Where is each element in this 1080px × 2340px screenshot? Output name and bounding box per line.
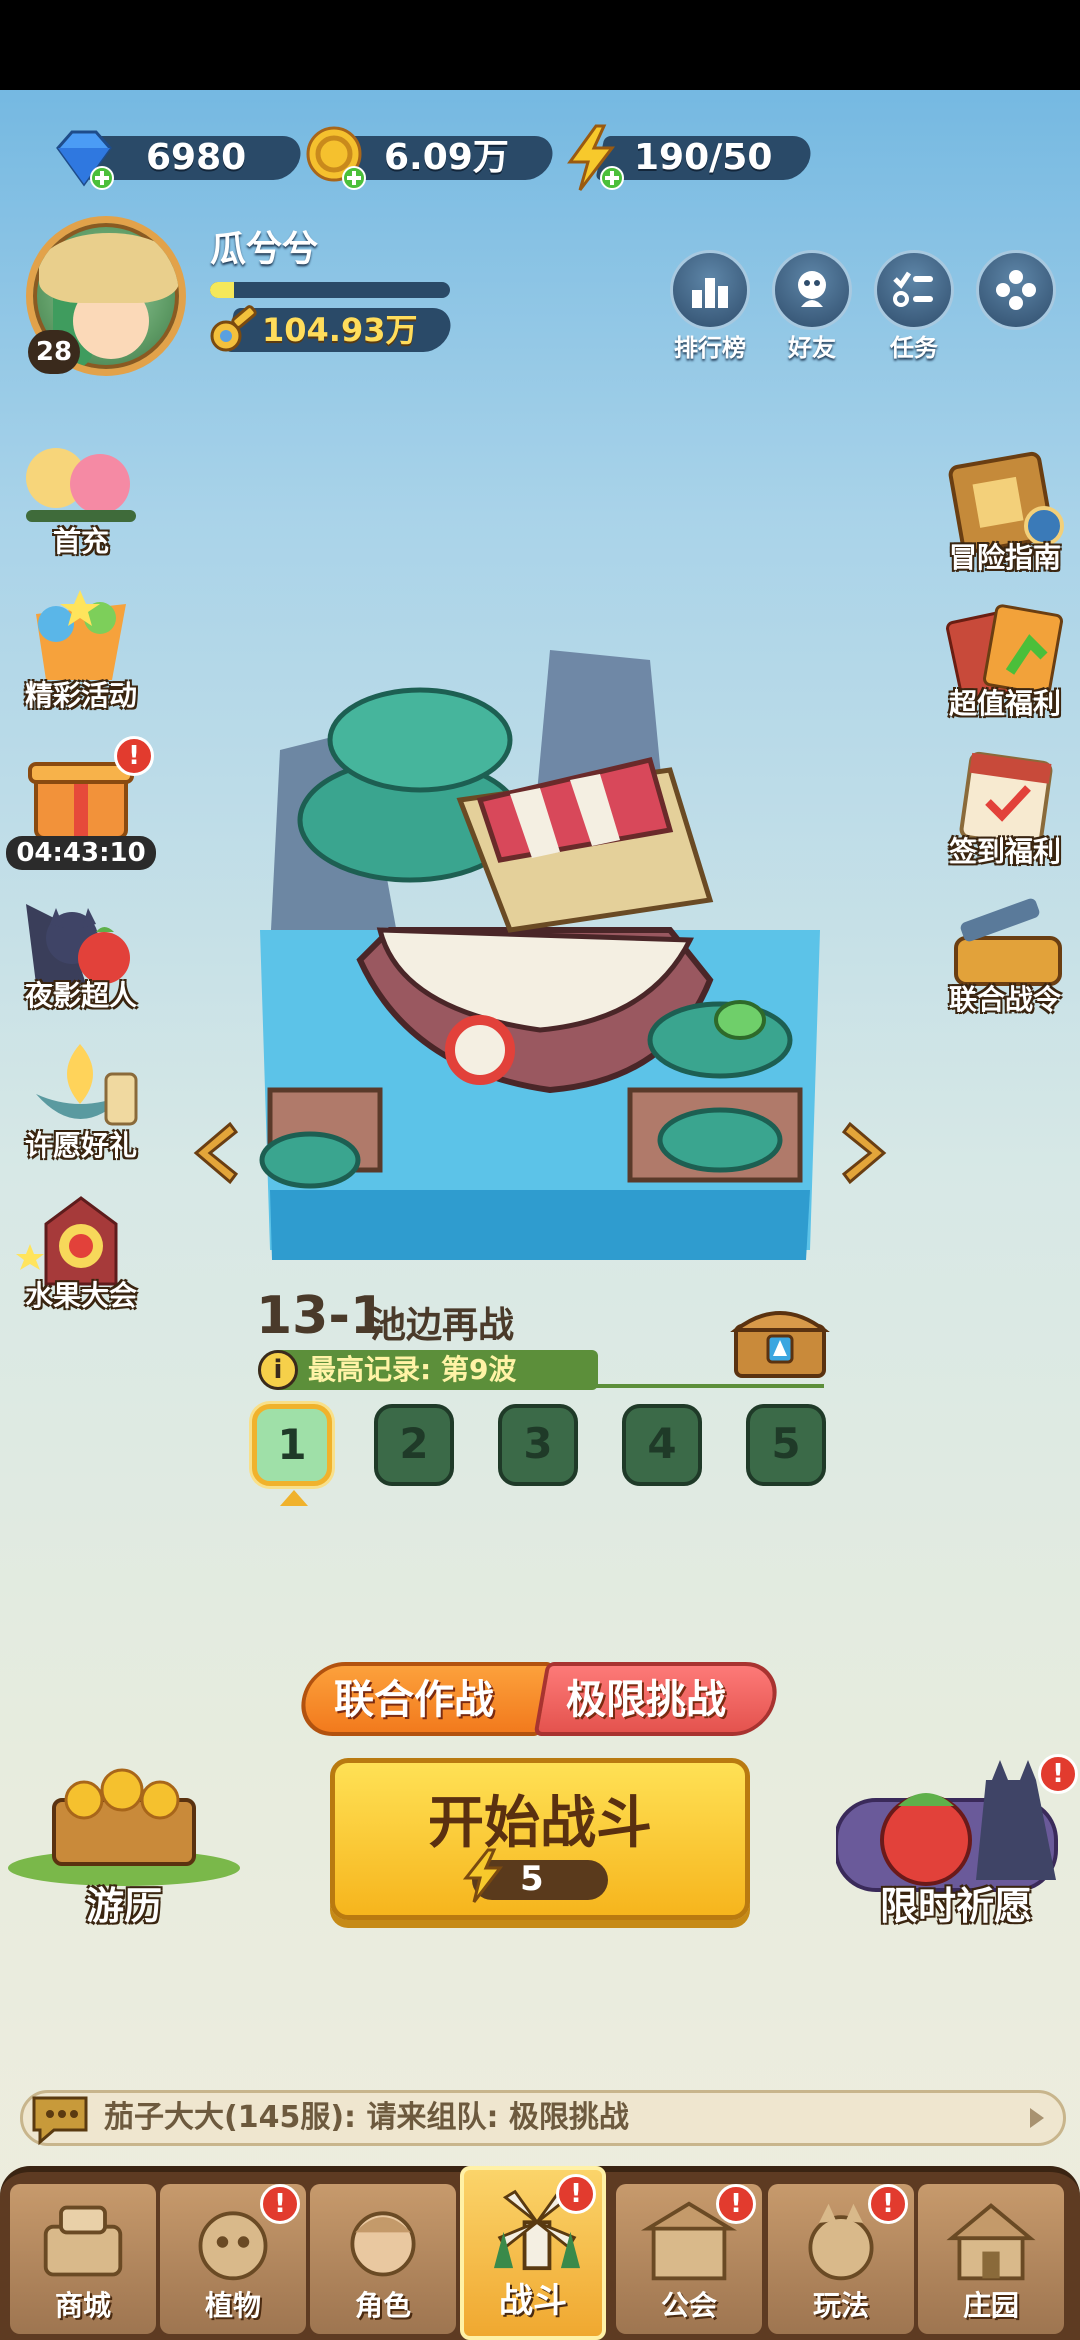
adventure-guide-label: 冒险指南: [948, 541, 1061, 574]
wave-button-1[interactable]: 1: [252, 1404, 332, 1486]
nav-label: 庄园: [962, 2289, 1019, 2322]
nav-label: 植物: [204, 2289, 261, 2322]
xp-bar: [210, 282, 450, 298]
player-name: 瓜兮兮: [210, 229, 319, 270]
power-value: 104.93万: [262, 311, 418, 349]
wish-gift-button[interactable]: 许愿好礼: [6, 1034, 156, 1164]
gold-coin-plus-icon: [306, 126, 366, 190]
wave-button-5[interactable]: 5: [746, 1404, 826, 1486]
limited-wish-alert-badge: !: [1038, 1754, 1078, 1794]
energy-cost-icon: [462, 1848, 504, 1903]
night-shadow-hero-button[interactable]: 夜影超人: [6, 884, 156, 1014]
tasks-label: 任务: [890, 334, 938, 362]
nav-alert-badge: !: [716, 2184, 756, 2224]
first-recharge-button[interactable]: 首充: [6, 430, 156, 560]
check-in-button[interactable]: 签到福利: [930, 740, 1080, 870]
gold-value: 6.09万: [384, 137, 509, 178]
limited-wish-label: 限时祈愿: [879, 1884, 1032, 1928]
wave-selected-pointer: [280, 1490, 308, 1506]
record-line: [588, 1384, 824, 1388]
more-menu-icon: [976, 250, 1056, 330]
friends-button[interactable]: 好友: [770, 250, 854, 363]
value-benefits-label: 超值福利: [948, 687, 1061, 720]
limited-wish-button[interactable]: ! 限时祈愿: [834, 1754, 1078, 1930]
travel-label: 游历: [85, 1884, 162, 1928]
diamond-value: 6980: [146, 137, 247, 178]
ranking-label: 排行榜: [674, 334, 746, 362]
stage-name: 池边再战: [370, 1305, 515, 1346]
character-icon: [350, 2211, 416, 2277]
energy-counter[interactable]: 190/50: [560, 124, 815, 191]
nav-label: 角色: [354, 2289, 411, 2322]
adventure-guide-button[interactable]: 冒险指南: [930, 446, 1080, 576]
ranking-icon: [670, 250, 750, 330]
lightning-plus-icon: [567, 124, 624, 191]
travel-button[interactable]: 游历: [4, 1760, 244, 1930]
gift-alert-badge: !: [114, 736, 154, 776]
nav-item-battle-windmill[interactable]: 战斗!: [460, 2166, 606, 2340]
ranking-button[interactable]: 排行榜: [668, 250, 752, 363]
wave-button-2[interactable]: 2: [374, 1404, 454, 1486]
nav-label: 商城: [54, 2289, 111, 2322]
tasks-button[interactable]: 任务: [872, 250, 956, 363]
check-in-label: 签到福利: [948, 835, 1061, 868]
fruit-festival-button[interactable]: 水果大会: [6, 1184, 156, 1314]
status-bar: [0, 0, 1080, 90]
manor-icon: [946, 2203, 1036, 2281]
battle-pass-label: 联合战令: [948, 983, 1061, 1016]
first-recharge-label: 首充: [52, 525, 109, 558]
more-menu-button[interactable]: [974, 250, 1058, 330]
wave-button-3[interactable]: 3: [498, 1404, 578, 1486]
chat-bubble-icon: [32, 2096, 88, 2146]
stage-island-illustration: [259, 650, 820, 1260]
treasure-pile-icon: [8, 1768, 240, 1886]
value-benefits-button[interactable]: 超值福利: [930, 592, 1080, 722]
gold-counter[interactable]: 6.09万: [302, 126, 557, 190]
nav-label: 公会: [660, 2289, 717, 2322]
energy-value: 190/50: [634, 137, 773, 178]
diamond-plus-icon: [56, 130, 114, 190]
events-button[interactable]: 精彩活动: [6, 584, 156, 714]
night-shadow-hero-label: 夜影超人: [24, 979, 137, 1012]
energy-cost-value: 5: [520, 1859, 544, 1899]
xp-fill: [210, 282, 234, 298]
gift-timer: 04:43:10: [6, 836, 156, 870]
best-record-text: 最高记录: 第9波: [308, 1353, 517, 1386]
nav-alert-badge: !: [868, 2184, 908, 2224]
nav-label: 战斗: [499, 2281, 567, 2321]
nav-label: 玩法: [812, 2289, 869, 2322]
nav-item-character[interactable]: 角色: [310, 2184, 456, 2334]
nav-alert-badge: !: [556, 2174, 596, 2214]
nav-item-gameplay[interactable]: 玩法!: [768, 2184, 914, 2334]
nav-alert-badge: !: [260, 2184, 300, 2224]
nav-item-guild[interactable]: 公会!: [616, 2184, 762, 2334]
power-key-icon: [210, 305, 257, 352]
stage-code: 13-1: [256, 1286, 387, 1346]
tasks-icon: [874, 250, 954, 330]
chat-message: 茄子大大(145服): 请来组队: 极限挑战: [104, 2100, 629, 2135]
nav-item-plants[interactable]: 植物!: [160, 2184, 306, 2334]
nav-item-shop[interactable]: 商城: [10, 2184, 156, 2334]
level-badge: 28: [28, 330, 80, 374]
wave-button-4[interactable]: 4: [622, 1404, 702, 1486]
diamond-counter[interactable]: 6980: [50, 130, 305, 190]
timed-gift-button[interactable]: ! 04:43:10: [6, 736, 156, 870]
fruit-festival-label: 水果大会: [24, 1279, 137, 1312]
wish-gift-label: 许愿好礼: [24, 1129, 137, 1162]
battle-pass-button[interactable]: 联合战令: [930, 888, 1080, 1018]
start-battle-label: 开始战斗: [428, 1791, 652, 1856]
info-icon[interactable]: i: [258, 1350, 298, 1390]
treasure-chest-icon[interactable]: [730, 1300, 830, 1382]
prev-stage-arrow-icon[interactable]: [186, 1118, 240, 1188]
events-label: 精彩活动: [24, 679, 137, 712]
shop-icon: [43, 2205, 123, 2277]
next-stage-arrow-icon[interactable]: [840, 1118, 894, 1188]
nav-item-manor[interactable]: 庄园: [918, 2184, 1064, 2334]
coop-battle-label: 联合作战: [334, 1677, 494, 1723]
avatar-hat: [39, 233, 179, 303]
chat-expand-icon[interactable]: [1030, 2108, 1044, 2128]
friends-label: 好友: [788, 334, 836, 362]
extreme-challenge-label: 极限挑战: [566, 1677, 726, 1723]
friends-icon: [772, 250, 852, 330]
